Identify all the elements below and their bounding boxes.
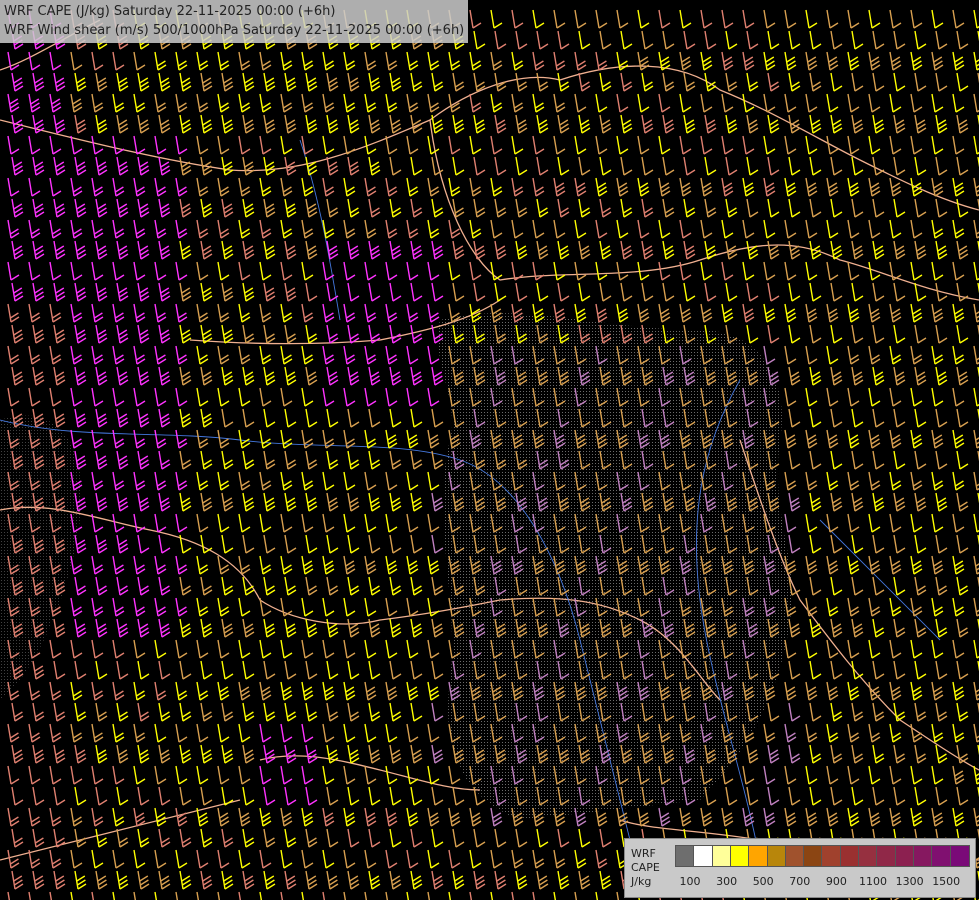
legend-swatch xyxy=(766,845,787,867)
legend-swatch xyxy=(803,845,824,867)
legend-label-unit: J/kg xyxy=(631,875,652,888)
legend-swatch xyxy=(729,845,750,867)
legend-swatch xyxy=(748,845,769,867)
legend-tick-label: 100 xyxy=(679,875,701,888)
cape-legend: WRF CAPE J/kg 100 300 500 700 900 1100 1300 150… xyxy=(624,838,976,898)
legend-swatch xyxy=(912,845,933,867)
legend-tick-label: 500 xyxy=(752,875,774,888)
legend-tick-label: 700 xyxy=(789,875,811,888)
legend-tick-label: 1300 xyxy=(895,875,924,888)
map-canvas xyxy=(0,0,979,900)
legend-tick-label: 1500 xyxy=(932,875,961,888)
legend-swatch xyxy=(711,845,732,867)
legend-swatch xyxy=(858,845,878,867)
legend-labels: WRF CAPE J/kg xyxy=(631,847,660,889)
legend-swatch xyxy=(839,845,860,867)
legend-swatch xyxy=(675,845,695,867)
legend-swatch xyxy=(894,845,915,867)
title-cape: WRF CAPE (J/kg) Saturday 22-11-2025 00:0… xyxy=(4,4,336,19)
legend-swatch xyxy=(931,845,952,867)
title-wind-shear: WRF Wind shear (m/s) 500/1000hPa Saturda… xyxy=(4,23,465,38)
legend-label-cape: CAPE xyxy=(631,861,660,874)
legend-tick-label: 1100 xyxy=(859,875,887,888)
legend-label-wrf: WRF xyxy=(631,847,656,860)
legend-tick-label: 300 xyxy=(716,875,738,888)
title-box: WRF CAPE (J/kg) Saturday 22-11-2025 00:0… xyxy=(0,0,469,43)
legend-swatch xyxy=(949,845,970,867)
legend-swatch xyxy=(784,845,805,867)
legend-swatch xyxy=(821,845,842,867)
legend-swatch xyxy=(693,845,714,867)
legend-tick-label: 900 xyxy=(825,875,847,888)
legend-swatch xyxy=(876,845,897,867)
